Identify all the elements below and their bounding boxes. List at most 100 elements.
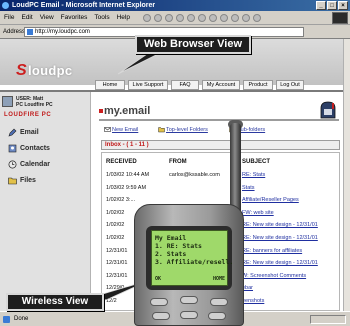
vertical-scrollbar[interactable] [343, 39, 350, 311]
row-subject-link[interactable]: W: Screenshot Comments [242, 272, 306, 281]
stop-icon[interactable] [164, 13, 173, 22]
row-subject-link[interactable]: RE: New site design - 12/31/01 [242, 234, 318, 243]
column-header-subject[interactable]: SUBJECT [242, 159, 270, 165]
row-received: 12/29/0 [106, 285, 125, 292]
refresh-icon[interactable] [175, 13, 184, 22]
callout-web-browser-view: Web Browser View [135, 35, 251, 54]
softkey-home[interactable]: HOME [213, 275, 225, 283]
top-level-folders-link[interactable]: Top-level Folders [158, 125, 208, 135]
search-icon[interactable] [197, 13, 206, 22]
new-email-icon [104, 127, 111, 132]
minimize-button[interactable]: _ [316, 1, 326, 10]
page-title: my.email [99, 105, 150, 117]
window-title: LoudPC Email - Microsoft Internet Explor… [12, 2, 156, 9]
sidebar-item-label: Calendar [20, 161, 50, 168]
close-button[interactable]: × [338, 1, 348, 10]
row-subject-link[interactable]: FW: web site [242, 209, 274, 218]
column-header-from[interactable]: FROM [169, 159, 187, 165]
phone-screen-title: My Email [155, 234, 187, 242]
pencil-icon [8, 128, 17, 137]
row-from: carlos@kssable.com [169, 172, 220, 178]
row-subject-link[interactable]: eenshots [242, 297, 264, 306]
edit-icon[interactable] [252, 13, 261, 22]
menu-help[interactable]: Help [117, 11, 130, 24]
phone-key[interactable] [180, 296, 198, 304]
row-subject-link[interactable]: RE: New site design - 12/31/01 [242, 221, 318, 230]
favorites-icon[interactable] [208, 13, 217, 22]
home-icon[interactable] [186, 13, 195, 22]
mail-icon[interactable] [230, 13, 239, 22]
phone-menu-item-1[interactable]: 1. RE: Stats [155, 242, 224, 250]
row-received: 1/03/02 9:59 AM [106, 184, 147, 191]
phone-menu-item-2[interactable]: 2. Stats [155, 250, 224, 258]
address-label: Address [3, 29, 26, 35]
print-icon[interactable] [241, 13, 250, 22]
row-received: 12/31/01 [106, 272, 128, 279]
toolbar-icons [142, 11, 261, 24]
site-logo[interactable]: Sloudpc [16, 62, 72, 80]
phone-key[interactable] [180, 311, 198, 319]
windows-logo-icon [332, 12, 348, 24]
row-subject-link[interactable]: Affiliate/Reseller Pages [242, 196, 299, 205]
phone-key[interactable] [210, 298, 228, 306]
inbox-header: Inbox - ( 1 - 11 ) [101, 140, 340, 150]
sidebar-item-label: Email [20, 129, 39, 136]
nav-product[interactable]: Product [243, 80, 273, 90]
row-received: 1/02/02 3:... [106, 197, 136, 204]
column-header-received[interactable]: RECEIVED [106, 159, 137, 165]
nav-my-account[interactable]: My Account [202, 80, 240, 90]
page-done-icon [3, 316, 10, 323]
user-info: USER: Matt PC Loudfire PC [2, 95, 88, 111]
nav-live-support[interactable]: Live Support [128, 80, 168, 90]
window-titlebar: LoudPC Email - Microsoft Internet Explor… [0, 0, 350, 11]
folder-icon [8, 177, 17, 185]
menu-view[interactable]: View [40, 11, 54, 24]
phone-keypad [146, 294, 232, 326]
phone-key[interactable] [208, 312, 226, 320]
menu-file[interactable]: File [4, 11, 14, 24]
sidebar-item-label: Files [20, 177, 36, 184]
row-subject-link[interactable]: Stats [242, 184, 255, 193]
sidebar-item-label: Contacts [20, 145, 50, 152]
nav-faq[interactable]: FAQ [171, 80, 199, 90]
back-icon[interactable] [142, 13, 151, 22]
status-text: Done [14, 316, 29, 322]
row-received: 1/02/02 [106, 235, 125, 241]
forward-icon[interactable] [153, 13, 162, 22]
phone-softkeys: OK HOME [155, 275, 225, 283]
row-received: 1/02/02 [106, 209, 125, 216]
row-received: 1/02/02 [106, 222, 125, 229]
menu-favorites[interactable]: Favorites [61, 11, 88, 24]
folder-icon [158, 127, 165, 133]
nav-log-out[interactable]: Log Out [276, 80, 304, 90]
history-icon[interactable] [219, 13, 228, 22]
menu-tools[interactable]: Tools [94, 11, 109, 24]
phone-key[interactable] [152, 312, 170, 320]
status-zone [310, 315, 346, 324]
menu-bar: File Edit View Favorites Tools Help [0, 11, 350, 25]
maximize-button[interactable]: □ [327, 1, 337, 10]
ie-icon [2, 2, 9, 9]
phone-menu-item-3[interactable]: 3. Affiliate/resell. [155, 258, 233, 266]
title-divider [99, 119, 339, 121]
row-received: 12/31/01 [106, 247, 128, 254]
user-avatar-icon [2, 96, 13, 107]
menu-edit[interactable]: Edit [21, 11, 32, 24]
phone-key[interactable] [150, 298, 168, 306]
softkey-ok[interactable]: OK [155, 276, 161, 282]
mailbox-icon [320, 101, 336, 119]
row-subject-link[interactable]: RE: banners for affiliates [242, 247, 302, 256]
window-controls: _ □ × [316, 1, 348, 10]
sidebar-section-title: LOUDFIRE PC [4, 112, 52, 118]
nav-home[interactable]: Home [95, 80, 125, 90]
title-dot-icon [99, 109, 103, 114]
row-received: 12/31/01 [106, 260, 128, 267]
new-email-link[interactable]: New Email [104, 125, 138, 135]
contacts-icon [8, 144, 17, 153]
top-nav: Home Live Support FAQ My Account Product… [95, 80, 304, 90]
page-icon [27, 29, 33, 35]
row-subject-link[interactable]: RE: New site design - 12/31/01 [242, 259, 318, 268]
sidebar: USER: Matt PC Loudfire PC LOUDFIRE PC Em… [0, 92, 91, 311]
row-subject-link[interactable]: RE: Stats [242, 171, 265, 180]
address-url: http://my.loudpc.com [35, 29, 90, 35]
